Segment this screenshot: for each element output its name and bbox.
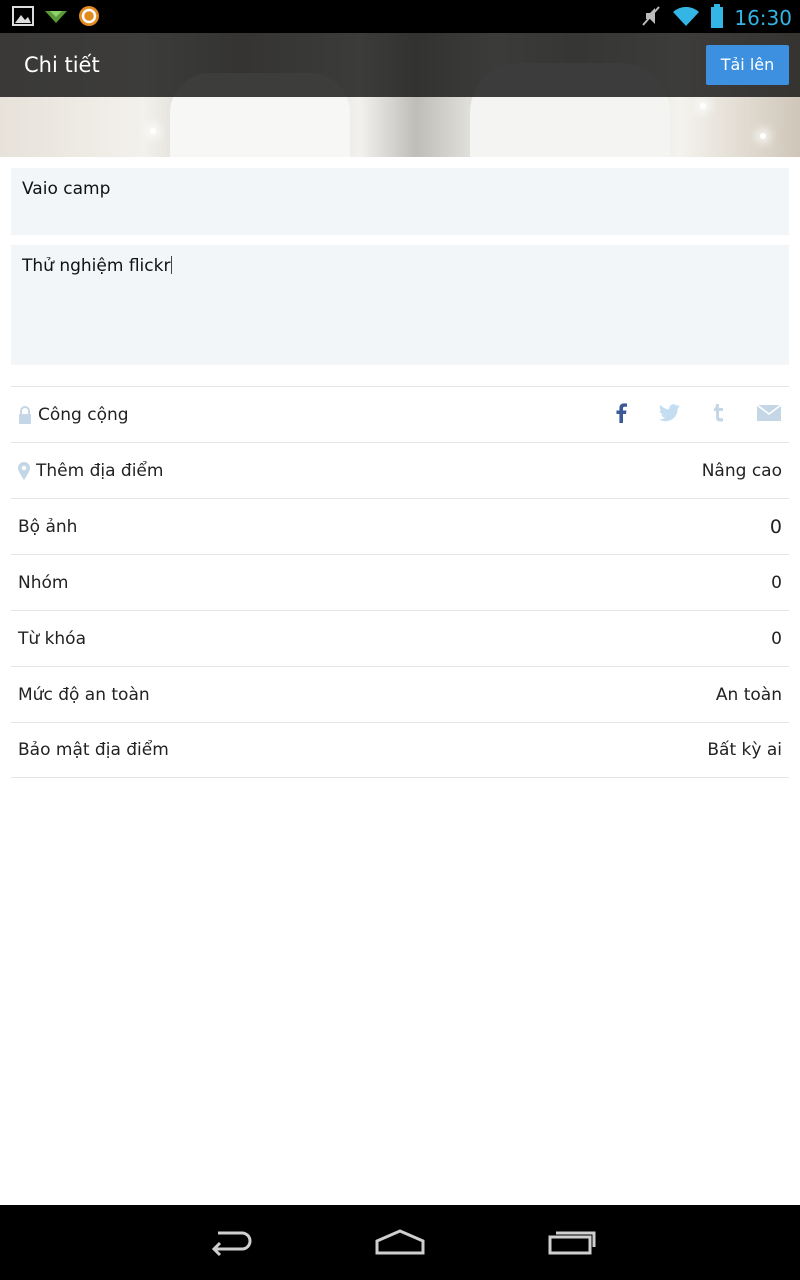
location-privacy-value: Bất kỳ ai [707, 740, 782, 760]
app-notification-icon [78, 5, 100, 31]
sparkle-decoration [150, 128, 156, 134]
status-time: 16:30 [734, 6, 792, 30]
share-icons [615, 402, 782, 427]
facebook-icon[interactable] [615, 402, 627, 427]
description-input[interactable]: Thử nghiệm flickr [11, 245, 789, 365]
status-bar: 16:30 [0, 0, 800, 33]
navigation-bar [0, 1205, 800, 1280]
location-privacy-row[interactable]: Bảo mật địa điểm Bất kỳ ai [11, 722, 789, 778]
gallery-notification-icon [12, 5, 34, 31]
location-pin-icon [18, 461, 30, 480]
title-input[interactable]: Vaio camp [11, 168, 789, 235]
recents-icon[interactable] [547, 1227, 597, 1261]
safety-level-row[interactable]: Mức độ an toàn An toàn [11, 666, 789, 722]
lock-icon [18, 405, 32, 424]
location-privacy-label: Bảo mật địa điểm [18, 740, 169, 760]
safety-level-value: An toàn [715, 684, 782, 705]
mute-icon [640, 4, 662, 32]
upload-button[interactable]: Tải lên [706, 45, 789, 85]
groups-row[interactable]: Nhóm 0 [11, 554, 789, 610]
back-icon[interactable] [206, 1227, 254, 1261]
groups-count: 0 [771, 572, 782, 593]
text-cursor [171, 256, 173, 274]
tags-count: 0 [771, 628, 782, 649]
sets-count: 0 [769, 515, 782, 538]
sparkle-decoration [760, 133, 766, 139]
tags-row[interactable]: Từ khóa 0 [11, 610, 789, 666]
page-title: Chi tiết [24, 53, 100, 77]
settings-list: Công cộng Thêm địa điểm Nâng cao Bộ ảnh … [11, 386, 789, 778]
tumblr-icon[interactable] [713, 403, 725, 426]
sets-label: Bộ ảnh [18, 516, 78, 537]
description-input-value: Thử nghiệm flickr [22, 256, 171, 276]
title-input-value: Vaio camp [22, 179, 111, 199]
photo-preview: Chi tiết Tải lên [0, 33, 800, 157]
add-location-label: Thêm địa điểm [36, 460, 164, 481]
action-bar: Chi tiết Tải lên [0, 33, 800, 97]
sparkle-decoration [700, 103, 706, 109]
download-notification-icon [44, 5, 68, 31]
privacy-label: Công cộng [38, 404, 129, 425]
tags-label: Từ khóa [18, 628, 86, 649]
wifi-icon [672, 4, 700, 32]
twitter-icon[interactable] [658, 403, 681, 426]
privacy-row[interactable]: Công cộng [11, 386, 789, 442]
location-row[interactable]: Thêm địa điểm Nâng cao [11, 442, 789, 498]
advanced-link[interactable]: Nâng cao [702, 461, 782, 481]
safety-level-label: Mức độ an toàn [18, 684, 150, 705]
groups-label: Nhóm [18, 572, 69, 593]
notification-icons [12, 5, 100, 31]
battery-icon [710, 3, 724, 33]
system-icons: 16:30 [640, 3, 792, 33]
email-icon[interactable] [756, 403, 782, 425]
sets-row[interactable]: Bộ ảnh 0 [11, 498, 789, 554]
home-icon[interactable] [374, 1227, 426, 1261]
